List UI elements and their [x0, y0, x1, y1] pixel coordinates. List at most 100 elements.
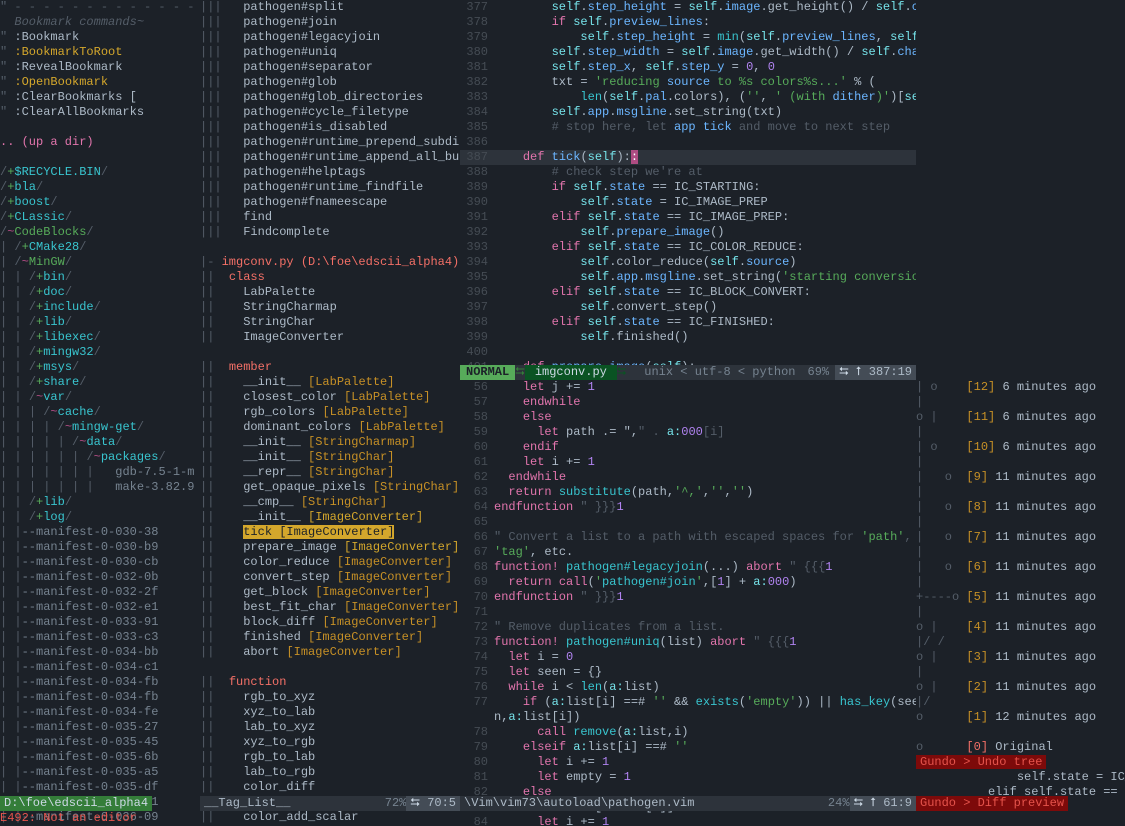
tree-item[interactable]: /+$RECYCLE.BIN/: [0, 165, 200, 180]
tree-item[interactable]: | |--manifest-0-034-c1: [0, 660, 200, 675]
bookmark-cmd[interactable]: " :BookmarkToRoot: [0, 45, 200, 60]
code-line[interactable]: 394 self.color_reduce(self.source): [460, 255, 916, 270]
member-item[interactable]: || abort [ImageConverter]: [200, 645, 460, 660]
taglist-panel[interactable]: ||| pathogen#split||| pathogen#join||| p…: [200, 0, 460, 826]
code-line[interactable]: 69 return call('pathogen#join',[1] + a:0…: [460, 575, 916, 590]
function-item[interactable]: || rgb_to_xyz: [200, 690, 460, 705]
code-line[interactable]: 380 self.step_width = self.image.get_wid…: [460, 45, 916, 60]
code-line[interactable]: 68function! pathogen#legacyjoin(...) abo…: [460, 560, 916, 575]
code-line[interactable]: 62 endwhile: [460, 470, 916, 485]
nerdtree-panel[interactable]: " - - - - - - - - - - - - - - - Bookmark…: [0, 0, 200, 826]
tag-item[interactable]: ||| pathogen#uniq: [200, 45, 460, 60]
member-item[interactable]: || color_reduce [ImageConverter]: [200, 555, 460, 570]
code-line[interactable]: 390 self.state = IC_IMAGE_PREP: [460, 195, 916, 210]
undo-node[interactable]: +----o [5] 11 minutes ago: [916, 590, 1125, 605]
code-line[interactable]: 389 if self.state == IC_STARTING:: [460, 180, 916, 195]
bookmark-cmd[interactable]: " :ClearAllBookmarks: [0, 105, 200, 120]
tag-item[interactable]: ||| pathogen#separator: [200, 60, 460, 75]
undo-node[interactable]: | o [8] 11 minutes ago: [916, 500, 1125, 515]
undo-node[interactable]: |: [916, 395, 1125, 410]
member-item[interactable]: || block_diff [ImageConverter]: [200, 615, 460, 630]
code-line[interactable]: 400: [460, 345, 916, 360]
undo-node[interactable]: |: [916, 605, 1125, 620]
tag-item[interactable]: ||| pathogen#is_disabled: [200, 120, 460, 135]
tree-item[interactable]: | |--manifest-0-035-6b: [0, 750, 200, 765]
code-line[interactable]: n,a:list[i]): [460, 710, 916, 725]
tree-item[interactable]: | |--manifest-0-030-cb: [0, 555, 200, 570]
code-line[interactable]: 393 elif self.state == IC_COLOR_REDUCE:: [460, 240, 916, 255]
undo-node[interactable]: o | [4] 11 minutes ago: [916, 620, 1125, 635]
tree-item[interactable]: /+CLassic/: [0, 210, 200, 225]
code-line[interactable]: 399 self.finished(): [460, 330, 916, 345]
code-line[interactable]: 388 # check step we're at: [460, 165, 916, 180]
tree-item[interactable]: | |--manifest-0-034-fb: [0, 675, 200, 690]
bookmark-cmd[interactable]: " :RevealBookmark: [0, 60, 200, 75]
member-item[interactable]: || tick [ImageConverter]: [200, 525, 460, 540]
tree-item[interactable]: | |--manifest-0-035-a5: [0, 765, 200, 780]
tree-item[interactable]: | | /+include/: [0, 300, 200, 315]
undo-node[interactable]: [916, 725, 1125, 740]
tree-item[interactable]: /+boost/: [0, 195, 200, 210]
function-item[interactable]: || lab_to_rgb: [200, 765, 460, 780]
tree-item[interactable]: | | /+mingw32/: [0, 345, 200, 360]
function-item[interactable]: || color_diff: [200, 780, 460, 795]
tag-item[interactable]: ||| pathogen#runtime_findfile: [200, 180, 460, 195]
tree-item[interactable]: | |--manifest-0-032-0b: [0, 570, 200, 585]
undo-node[interactable]: o [0] Original: [916, 740, 1125, 755]
undo-node[interactable]: o | [2] 11 minutes ago: [916, 680, 1125, 695]
undo-node[interactable]: |: [916, 425, 1125, 440]
tag-item[interactable]: ||| pathogen#cycle_filetype: [200, 105, 460, 120]
member-item[interactable]: || dominant_colors [LabPalette]: [200, 420, 460, 435]
tree-item[interactable]: | |--manifest-0-035-df: [0, 780, 200, 795]
tag-item[interactable]: ||| pathogen#join: [200, 15, 460, 30]
tree-item[interactable]: | | /+lib/: [0, 315, 200, 330]
code-line[interactable]: 387 def tick(self)::: [460, 150, 916, 165]
undo-node[interactable]: |: [916, 515, 1125, 530]
code-line[interactable]: 72" Remove duplicates from a list.: [460, 620, 916, 635]
code-line[interactable]: 377 self.step_height = self.image.get_he…: [460, 0, 916, 15]
tree-item[interactable]: | | | /~cache/: [0, 405, 200, 420]
code-line[interactable]: 383 len(self.pal.colors), ('', ' (with d…: [460, 90, 916, 105]
code-line[interactable]: 397 self.convert_step(): [460, 300, 916, 315]
undo-node[interactable]: o | [11] 6 minutes ago: [916, 410, 1125, 425]
class-item[interactable]: || StringCharmap: [200, 300, 460, 315]
code-line[interactable]: 379 self.step_height = min(self.preview_…: [460, 30, 916, 45]
bookmark-cmd[interactable]: " :OpenBookmark: [0, 75, 200, 90]
tree-item[interactable]: | |--manifest-0-035-45: [0, 735, 200, 750]
code-line[interactable]: 58 else: [460, 410, 916, 425]
member-item[interactable]: || prepare_image [ImageConverter]: [200, 540, 460, 555]
function-item[interactable]: || xyz_to_rgb: [200, 735, 460, 750]
undo-node[interactable]: | o [10] 6 minutes ago: [916, 440, 1125, 455]
code-line[interactable]: 382 txt = 'reducing source to %s colors%…: [460, 75, 916, 90]
tree-item[interactable]: | |--manifest-0-034-bb: [0, 645, 200, 660]
code-line[interactable]: 386: [460, 135, 916, 150]
undo-node[interactable]: o [1] 12 minutes ago: [916, 710, 1125, 725]
code-line[interactable]: 384 self.app.msgline.set_string(txt): [460, 105, 916, 120]
code-line[interactable]: 396 elif self.state == IC_BLOCK_CONVERT:: [460, 285, 916, 300]
member-item[interactable]: || get_opaque_pixels [StringChar]: [200, 480, 460, 495]
code-line[interactable]: 81 let empty = 1: [460, 770, 916, 785]
tag-item[interactable]: ||| find: [200, 210, 460, 225]
class-item[interactable]: || LabPalette: [200, 285, 460, 300]
undo-node[interactable]: | o [9] 11 minutes ago: [916, 470, 1125, 485]
function-item[interactable]: || rgb_to_lab: [200, 750, 460, 765]
code-line[interactable]: 61 let i += 1: [460, 455, 916, 470]
code-line[interactable]: 398 elif self.state == IC_FINISHED:: [460, 315, 916, 330]
tree-item[interactable]: | | | | | | | gdb-7.5-1-m: [0, 465, 200, 480]
tree-item[interactable]: | | | | /~mingw-get/: [0, 420, 200, 435]
tree-item[interactable]: | | /+msys/: [0, 360, 200, 375]
undo-node[interactable]: |/: [916, 695, 1125, 710]
code-line[interactable]: 70endfunction " }}}1: [460, 590, 916, 605]
tree-item[interactable]: | | /+log/: [0, 510, 200, 525]
member-item[interactable]: || __cmp__ [StringChar]: [200, 495, 460, 510]
code-line[interactable]: 66" Convert a list to a path with escape…: [460, 530, 916, 545]
class-item[interactable]: || ImageConverter: [200, 330, 460, 345]
tree-item[interactable]: | |--manifest-0-034-fe: [0, 705, 200, 720]
tree-item[interactable]: | |--manifest-0-033-c3: [0, 630, 200, 645]
tree-item[interactable]: | | /+share/: [0, 375, 200, 390]
tree-item[interactable]: /~CodeBlocks/: [0, 225, 200, 240]
undo-node[interactable]: o | [3] 11 minutes ago: [916, 650, 1125, 665]
code-line[interactable]: 77 if (a:list[i] ==# '' && exists('empty…: [460, 695, 916, 710]
code-line[interactable]: 391 elif self.state == IC_IMAGE_PREP:: [460, 210, 916, 225]
code-line[interactable]: 378 if self.preview_lines:: [460, 15, 916, 30]
